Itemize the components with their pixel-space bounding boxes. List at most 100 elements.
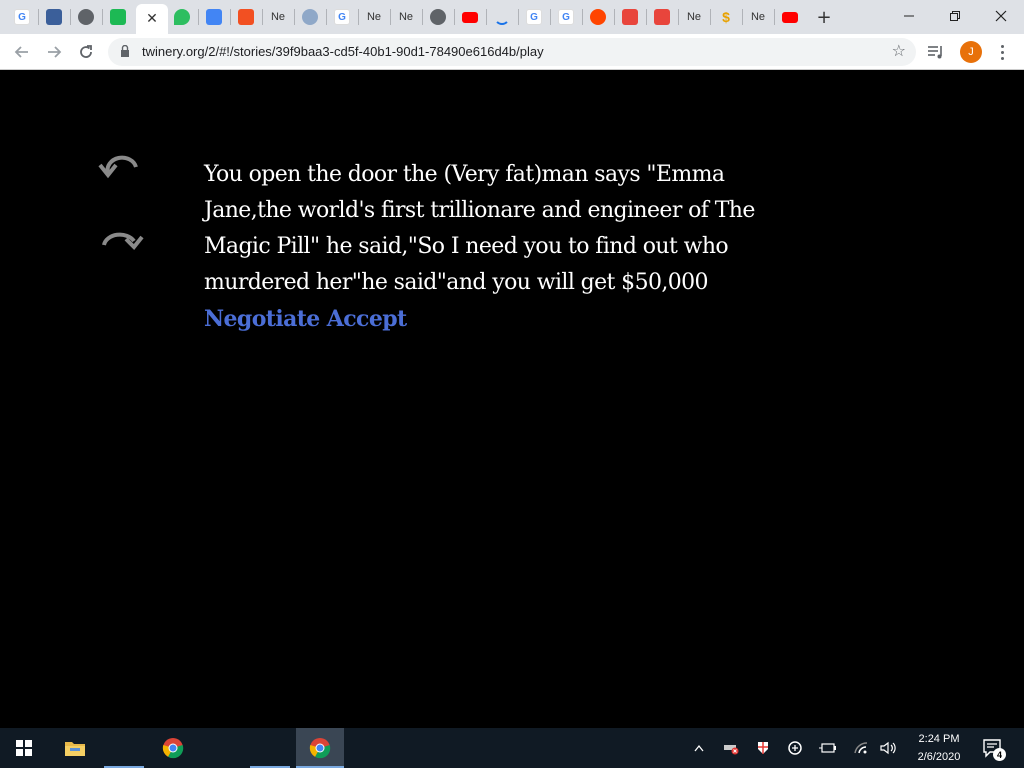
windows-taskbar: 2:24 PM 2/6/2020 4 [0,728,1024,768]
chevron-up-icon [694,744,704,752]
passage-text: You open the door the (Very fat)man says… [204,162,755,295]
undo-icon[interactable] [96,153,146,189]
globe-icon [430,9,446,25]
browser-tab[interactable]: $ [712,6,740,28]
browser-tab[interactable]: G [552,6,580,28]
show-hidden-icons-button[interactable] [690,738,708,758]
google-icon: G [558,9,574,25]
back-button[interactable] [10,40,34,64]
address-bar[interactable]: twinery.org/2/#!/stories/39f9baa3-cd5f-4… [108,38,916,66]
link-negotiate[interactable]: Negotiate [204,306,320,332]
browser-tab[interactable] [168,6,196,28]
globe-icon [78,9,94,25]
store-icon [622,9,638,25]
browser-tab[interactable] [776,6,804,28]
chrome-icon [309,738,331,759]
arrow-left-icon [14,46,28,58]
tab-title: Ne [686,11,702,23]
browser-tab[interactable] [200,6,228,28]
browser-tab[interactable] [456,6,484,28]
tab-separator [742,9,743,25]
google-icon: G [334,9,350,25]
tray-wifi-icon[interactable] [852,738,870,758]
start-button[interactable] [0,728,48,768]
docs-icon [206,9,222,25]
browser-tab[interactable]: G [8,6,36,28]
microsoft-icon [238,9,254,25]
loading-icon [494,9,510,25]
active-tab[interactable]: ✕ [136,4,168,34]
profile-avatar[interactable]: J [960,41,982,63]
tab-separator [262,9,263,25]
notification-count-badge: 4 [993,748,1006,761]
shield-icon [758,742,768,754]
tray-app-icon[interactable] [786,738,804,758]
google-icon: G [526,9,542,25]
tab-separator [614,9,615,25]
menu-dot [1000,50,1004,54]
tray-battery-icon[interactable] [818,738,836,758]
browser-tab[interactable] [648,6,676,28]
tab-separator [38,9,39,25]
browser-tab[interactable]: Ne [744,6,772,28]
browser-tab[interactable] [40,6,68,28]
minimize-button[interactable] [886,2,932,30]
system-clock[interactable]: 2:24 PM 2/6/2020 [904,730,974,766]
lock-icon [121,45,129,57]
tab-separator [70,9,71,25]
browser-tab[interactable] [488,6,516,28]
clock-date: 2/6/2020 [917,751,961,763]
forward-button[interactable] [42,40,66,64]
tab-separator [518,9,519,25]
tab-separator [390,9,391,25]
tab-separator [358,9,359,25]
file-explorer-button[interactable] [52,728,98,768]
redo-icon[interactable] [96,219,146,255]
media-control-icon[interactable] [926,43,946,61]
wifi-icon [854,742,868,754]
reddit-icon [590,9,606,25]
chrome-active-taskbar-button[interactable] [296,728,344,768]
dollar-icon: $ [722,9,730,25]
evernote-icon [174,9,190,25]
app-tray-icon [788,741,802,755]
tray-security-icon[interactable] [754,738,772,758]
close-tab-icon[interactable]: ✕ [146,11,158,27]
browser-tab[interactable] [72,6,100,28]
tray-volume-icon[interactable] [880,738,898,758]
browser-tab[interactable]: Ne [392,6,420,28]
tab-separator [294,9,295,25]
browser-tab[interactable] [296,6,324,28]
tab-separator [646,9,647,25]
browser-tab[interactable]: G [328,6,356,28]
browser-tab[interactable]: Ne [680,6,708,28]
tab-separator [454,9,455,25]
browser-tab[interactable] [616,6,644,28]
reload-icon [80,45,92,58]
chrome-taskbar-button[interactable] [150,728,196,768]
close-window-button[interactable] [978,2,1024,30]
reload-button[interactable] [74,40,98,64]
browser-tab[interactable] [424,6,452,28]
restore-button[interactable] [932,2,978,30]
tray-app-error-icon[interactable] [722,738,740,758]
browser-tab[interactable]: G [520,6,548,28]
tab-separator [774,9,775,25]
new-tab-button[interactable]: + [812,5,836,29]
close-icon [995,10,1007,22]
bookmark-star-icon[interactable]: ☆ [892,41,906,60]
link-accept[interactable]: Accept [327,306,407,332]
tab-separator [678,9,679,25]
browser-tab[interactable]: Ne [264,6,292,28]
tab-separator [486,9,487,25]
arrow-right-icon [48,46,62,58]
tab-separator [326,9,327,25]
minimize-icon [904,15,914,17]
browser-tab[interactable] [584,6,612,28]
browser-tab[interactable] [104,6,132,28]
folder-icon [65,742,85,756]
browser-tab[interactable]: Ne [360,6,388,28]
browser-tab[interactable] [232,6,260,28]
browser-menu-button[interactable] [994,41,1010,63]
url-text[interactable]: twinery.org/2/#!/stories/39f9baa3-cd5f-4… [142,44,544,59]
